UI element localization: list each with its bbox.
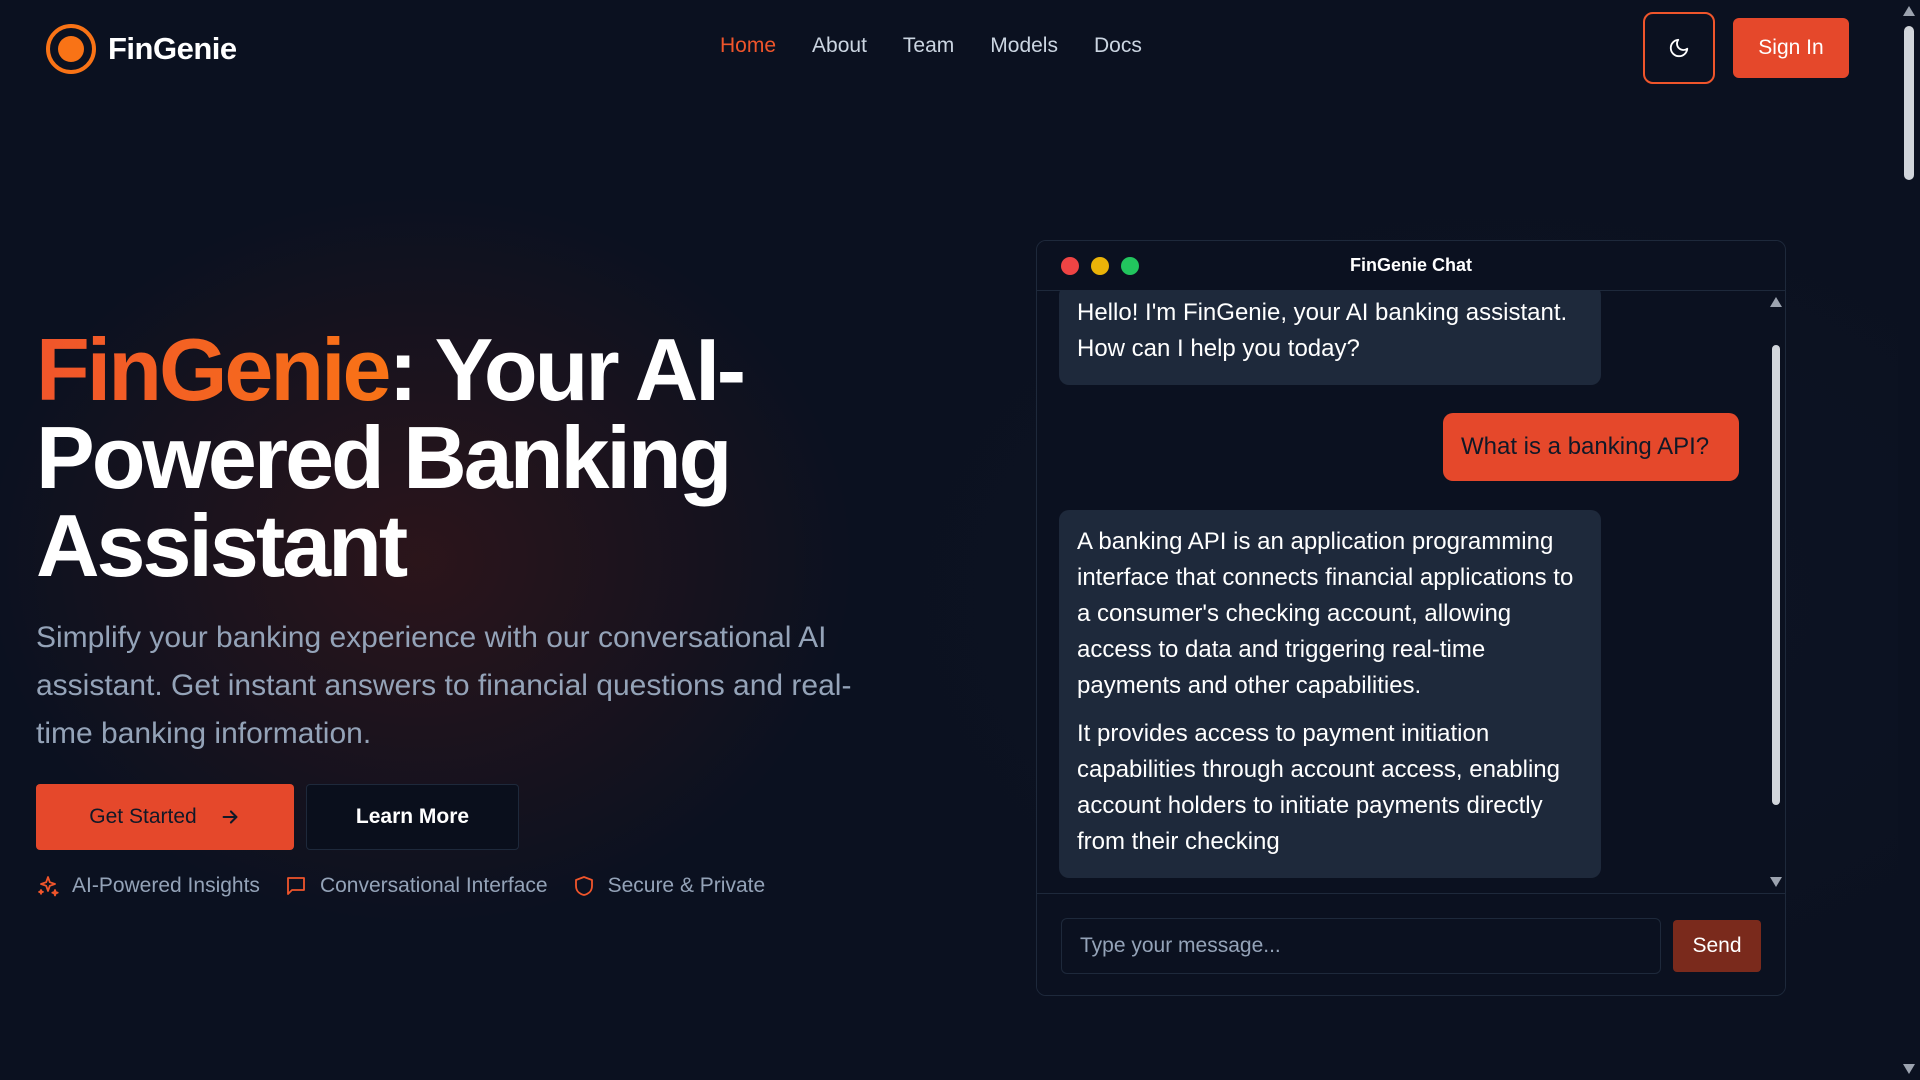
assistant-message: A banking API is an application programm… xyxy=(1059,510,1601,878)
arrow-right-icon xyxy=(222,810,238,824)
nav-item-team[interactable]: Team xyxy=(903,34,954,58)
feature-item: Conversational Interface xyxy=(284,874,548,898)
scroll-down-icon[interactable] xyxy=(1770,877,1782,887)
nav-menu: Home About Team Models Docs xyxy=(720,34,1142,58)
feature-label: Secure & Private xyxy=(607,874,766,897)
nav-item-docs[interactable]: Docs xyxy=(1094,34,1142,58)
page-scrollbar[interactable] xyxy=(1898,0,1920,1080)
chat-composer: Send xyxy=(1037,893,1785,995)
scroll-up-icon[interactable] xyxy=(1903,6,1915,16)
theme-toggle-button[interactable] xyxy=(1643,12,1715,84)
feature-item: Secure & Private xyxy=(572,874,766,898)
sign-in-button[interactable]: Sign In xyxy=(1733,18,1849,78)
nav-item-models[interactable]: Models xyxy=(990,34,1058,58)
user-message: What is a banking API? xyxy=(1443,413,1739,481)
navbar: FinGenie Home About Team Models Docs Sig… xyxy=(0,0,1898,96)
logo[interactable]: FinGenie xyxy=(46,24,237,74)
message-square-icon xyxy=(287,877,305,895)
message-paragraph: It provides access to payment initiation… xyxy=(1077,720,1560,855)
chat-header: FinGenie Chat xyxy=(1037,241,1785,291)
message-paragraph: A banking API is an application programm… xyxy=(1077,528,1574,699)
shield-icon xyxy=(574,876,593,896)
chat-title: FinGenie Chat xyxy=(1349,255,1472,275)
chat-window: FinGenie Chat Hello! I'm FinGenie, your … xyxy=(1036,240,1786,996)
hero-buttons: Get Started Learn More xyxy=(36,784,519,850)
send-button[interactable]: Send xyxy=(1673,920,1761,972)
learn-more-button[interactable]: Learn More xyxy=(306,784,519,850)
chat-messages[interactable]: Hello! I'm FinGenie, your AI banking ass… xyxy=(1037,291,1785,893)
chat-scrollbar-thumb[interactable] xyxy=(1772,345,1780,805)
logo-icon xyxy=(46,24,96,74)
nav-item-home[interactable]: Home xyxy=(720,34,776,58)
hero-subtitle: Simplify your banking experience with ou… xyxy=(36,621,852,750)
chat-scrollbar[interactable] xyxy=(1765,291,1785,893)
feature-item: AI-Powered Insights xyxy=(36,874,260,898)
logo-text: FinGenie xyxy=(108,31,237,66)
feature-list: AI-Powered Insights Conversational Inter… xyxy=(36,874,765,898)
hero-title: FinGenie: Your AI-Powered Banking Assist… xyxy=(36,326,856,590)
feature-label: Conversational Interface xyxy=(319,874,548,897)
message-input[interactable] xyxy=(1061,918,1661,974)
assistant-message: Hello! I'm FinGenie, your AI banking ass… xyxy=(1059,291,1601,385)
sparkles-icon xyxy=(38,876,59,897)
get-started-button[interactable]: Get Started xyxy=(36,784,294,850)
page: FinGenie Home About Team Models Docs Sig… xyxy=(0,0,1898,1080)
moon-icon xyxy=(1669,38,1689,58)
scroll-up-icon[interactable] xyxy=(1770,297,1782,307)
scroll-down-icon[interactable] xyxy=(1903,1064,1915,1074)
feature-label: AI-Powered Insights xyxy=(72,874,260,897)
get-started-label: Get Started xyxy=(89,805,197,828)
nav-item-about[interactable]: About xyxy=(812,34,867,58)
page-scrollbar-thumb[interactable] xyxy=(1904,26,1914,180)
hero-title-brand: FinGenie xyxy=(36,320,391,419)
